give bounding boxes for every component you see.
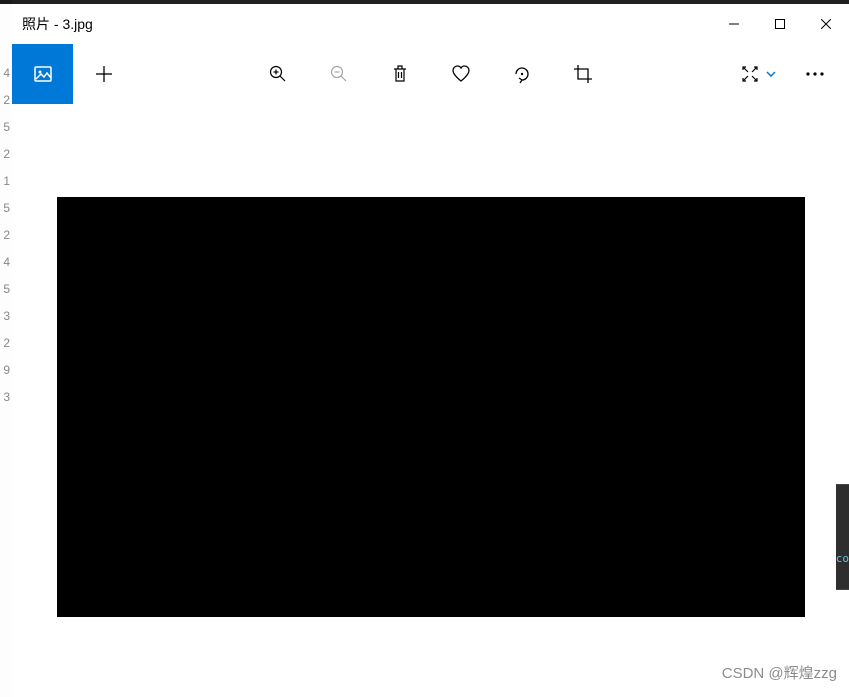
more-button[interactable] <box>784 44 845 104</box>
side-panel-text: co <box>836 552 849 565</box>
rotate-button[interactable] <box>492 44 553 104</box>
add-button[interactable] <box>73 44 134 104</box>
close-icon <box>821 19 831 29</box>
background-top-strip <box>0 0 12 4</box>
content-area <box>12 104 849 697</box>
more-icon <box>806 72 824 76</box>
plus-icon <box>95 65 113 83</box>
zoom-in-button[interactable] <box>248 44 309 104</box>
crop-button[interactable] <box>553 44 614 104</box>
delete-button[interactable] <box>370 44 431 104</box>
close-button[interactable] <box>803 4 849 44</box>
heart-icon <box>451 65 471 83</box>
toolbar-right <box>732 44 849 104</box>
window-controls <box>711 4 849 44</box>
favorite-button[interactable] <box>431 44 492 104</box>
zoom-out-button[interactable] <box>309 44 370 104</box>
maximize-button[interactable] <box>757 4 803 44</box>
displayed-image[interactable] <box>57 197 805 617</box>
view-image-button[interactable] <box>12 44 73 104</box>
rotate-icon <box>512 64 532 84</box>
titlebar: 照片 - 3.jpg <box>12 4 849 44</box>
toolbar-left <box>12 44 134 104</box>
chevron-down-icon <box>766 71 776 77</box>
zoom-in-icon <box>269 65 287 83</box>
watermark: CSDN @辉煌zzg <box>722 662 837 683</box>
trash-icon <box>391 64 409 84</box>
window-title: 照片 - 3.jpg <box>12 14 93 34</box>
edit-icon <box>740 64 760 84</box>
maximize-icon <box>775 19 785 29</box>
crop-icon <box>573 64 593 84</box>
minimize-button[interactable] <box>711 4 757 44</box>
toolbar-center <box>248 44 614 104</box>
image-icon <box>33 64 53 84</box>
background-line-numbers: 4252152453293 <box>0 0 12 697</box>
photos-window: 照片 - 3.jpg <box>12 4 849 697</box>
edit-button[interactable] <box>732 44 784 104</box>
minimize-icon <box>729 19 739 29</box>
side-panel-fragment <box>836 484 849 590</box>
toolbar <box>12 44 849 104</box>
zoom-out-icon <box>330 65 348 83</box>
